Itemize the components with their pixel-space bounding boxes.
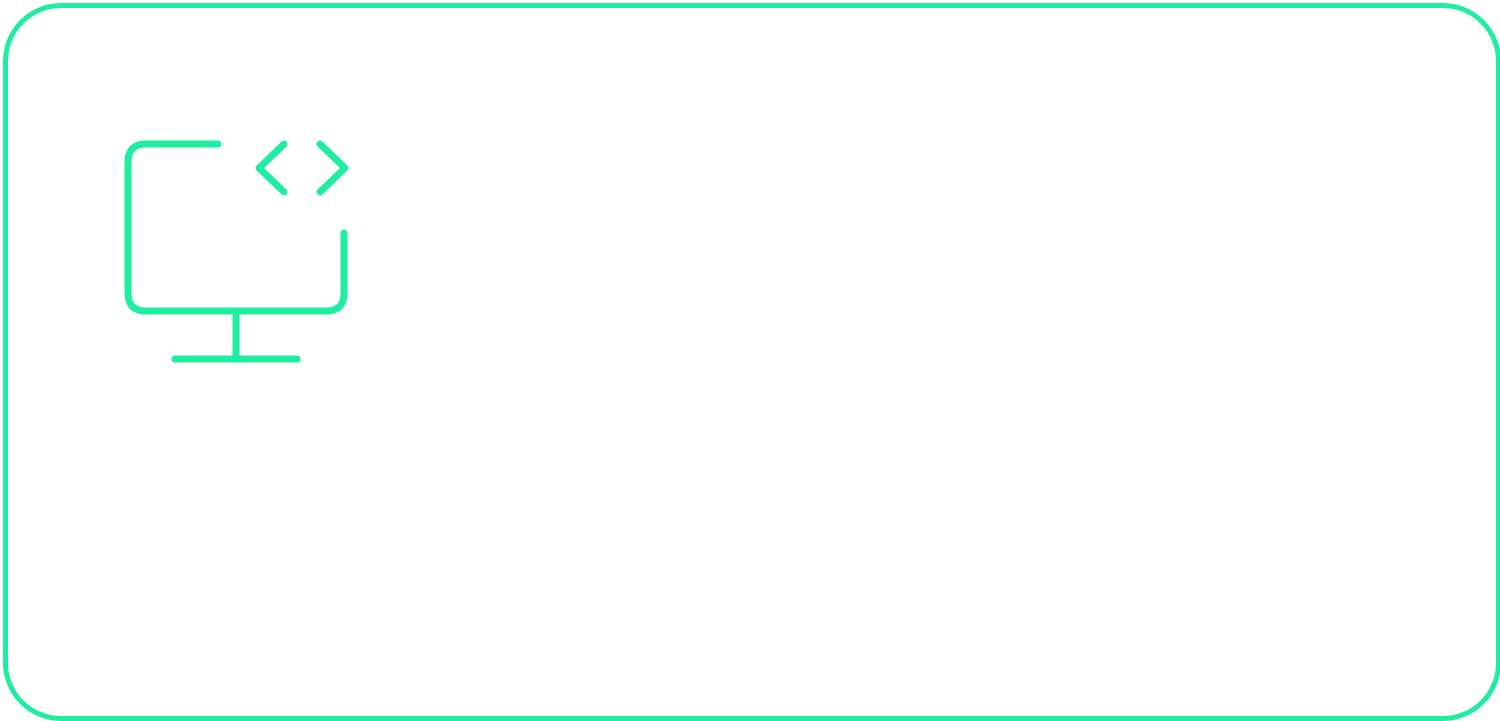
chevron-left-icon <box>255 140 288 196</box>
monitor-code-icon <box>124 140 349 363</box>
monitor-frame <box>124 140 348 315</box>
chevron-right-icon <box>316 140 349 196</box>
